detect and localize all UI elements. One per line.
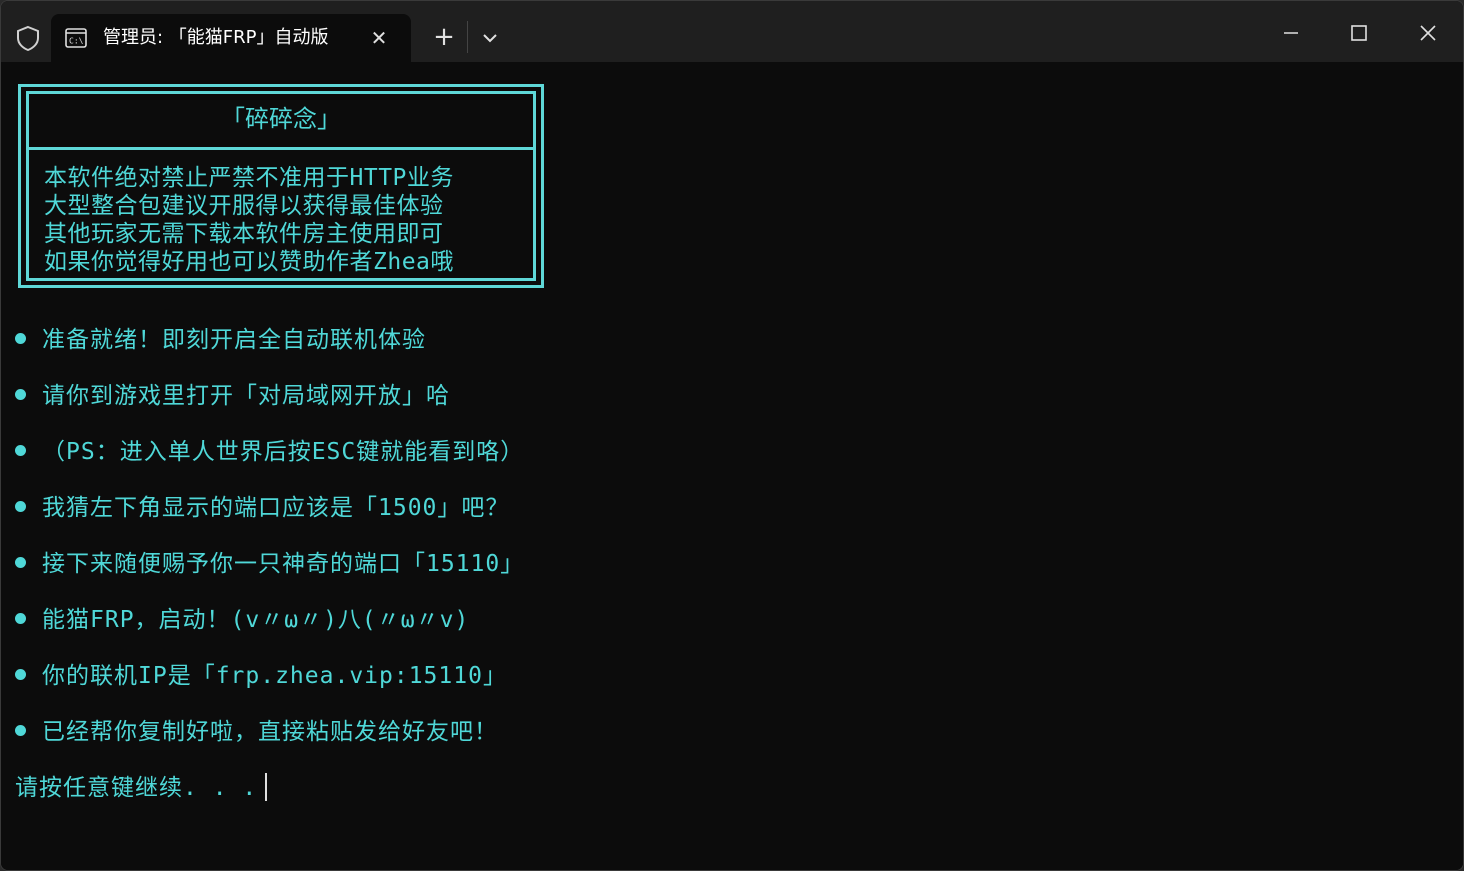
maximize-button[interactable] bbox=[1341, 15, 1377, 51]
new-tab-button[interactable]: + bbox=[429, 23, 459, 53]
message-line: 我猜左下角显示的端口应该是「1500」吧？ bbox=[15, 492, 509, 524]
prompt-line: 请按任意键继续. . . bbox=[15, 772, 268, 804]
message-text: 我猜左下角显示的端口应该是「1500」吧？ bbox=[42, 495, 510, 521]
message-line: 能猫FRP，启动！(v〃ω〃)八(〃ω〃v) bbox=[15, 604, 469, 636]
tab-title: 管理员: 「能猫FRP」自动版 bbox=[103, 27, 329, 48]
message-text: 请你到游戏里打开「对局域网开放」哈 bbox=[42, 383, 450, 409]
notice-line: 本软件绝对禁止严禁不准用于HTTP业务 bbox=[44, 165, 454, 191]
message-text: 你的联机IP是「frp.zhea.vip:15110」 bbox=[42, 663, 507, 689]
tab-separator bbox=[467, 21, 468, 53]
bullet-icon bbox=[15, 333, 26, 344]
message-line: 已经帮你复制好啦，直接粘贴发给好友吧！ bbox=[15, 716, 498, 748]
bullet-icon bbox=[15, 725, 26, 736]
message-line: 接下来随便赐予你一只神奇的端口「15110」 bbox=[15, 548, 524, 580]
notice-lines: 本软件绝对禁止严禁不准用于HTTP业务 大型整合包建议开服得以获得最佳体验 其他… bbox=[44, 164, 454, 276]
prompt-text: 请按任意键继续. . . bbox=[15, 775, 258, 801]
svg-text:C:\: C:\ bbox=[69, 37, 84, 46]
title-bar[interactable]: C:\ 管理员: 「能猫FRP」自动版 ✕ + bbox=[1, 1, 1463, 62]
message-text: 准备就绪！即刻开启全自动联机体验 bbox=[42, 327, 426, 353]
message-text: 已经帮你复制好啦，直接粘贴发给好友吧！ bbox=[42, 719, 498, 745]
bullet-icon bbox=[15, 445, 26, 456]
chevron-down-icon[interactable] bbox=[477, 25, 503, 51]
message-line: 你的联机IP是「frp.zhea.vip:15110」 bbox=[15, 660, 507, 692]
notice-box: 「碎碎念」 本软件绝对禁止严禁不准用于HTTP业务 大型整合包建议开服得以获得最… bbox=[18, 84, 544, 288]
notice-divider bbox=[29, 147, 533, 150]
console-output[interactable]: 「碎碎念」 本软件绝对禁止严禁不准用于HTTP业务 大型整合包建议开服得以获得最… bbox=[1, 62, 1463, 870]
notice-line: 其他玩家无需下载本软件房主使用即可 bbox=[44, 221, 444, 247]
message-text: 接下来随便赐予你一只神奇的端口「15110」 bbox=[42, 551, 525, 577]
message-line: （PS：进入单人世界后按ESC键就能看到咯） bbox=[15, 436, 524, 468]
message-line: 准备就绪！即刻开启全自动联机体验 bbox=[15, 324, 426, 356]
text-cursor bbox=[265, 772, 268, 801]
message-line: 请你到游戏里打开「对局域网开放」哈 bbox=[15, 380, 450, 412]
minimize-button[interactable] bbox=[1273, 15, 1309, 51]
notice-line: 大型整合包建议开服得以获得最佳体验 bbox=[44, 193, 444, 219]
tab-close-button[interactable]: ✕ bbox=[367, 26, 391, 50]
message-text: 能猫FRP，启动！(v〃ω〃)八(〃ω〃v) bbox=[42, 607, 470, 633]
notice-title: 「碎碎念」 bbox=[221, 105, 341, 133]
bullet-icon bbox=[15, 557, 26, 568]
notice-box-inner: 「碎碎念」 本软件绝对禁止严禁不准用于HTTP业务 大型整合包建议开服得以获得最… bbox=[26, 91, 536, 281]
bullet-icon bbox=[15, 389, 26, 400]
close-window-button[interactable] bbox=[1410, 15, 1446, 51]
bullet-icon bbox=[15, 669, 26, 680]
terminal-window: C:\ 管理员: 「能猫FRP」自动版 ✕ + 「碎碎念」 本软件绝对禁止严禁不… bbox=[0, 0, 1464, 871]
shield-icon bbox=[17, 25, 39, 51]
tab-terminal[interactable]: C:\ 管理员: 「能猫FRP」自动版 ✕ bbox=[51, 14, 411, 62]
bullet-icon bbox=[15, 501, 26, 512]
cmd-icon: C:\ bbox=[65, 28, 87, 48]
bullet-icon bbox=[15, 613, 26, 624]
message-text: （PS：进入单人世界后按ESC键就能看到咯） bbox=[42, 439, 525, 465]
notice-line: 如果你觉得好用也可以赞助作者Zhea哦 bbox=[44, 249, 454, 275]
